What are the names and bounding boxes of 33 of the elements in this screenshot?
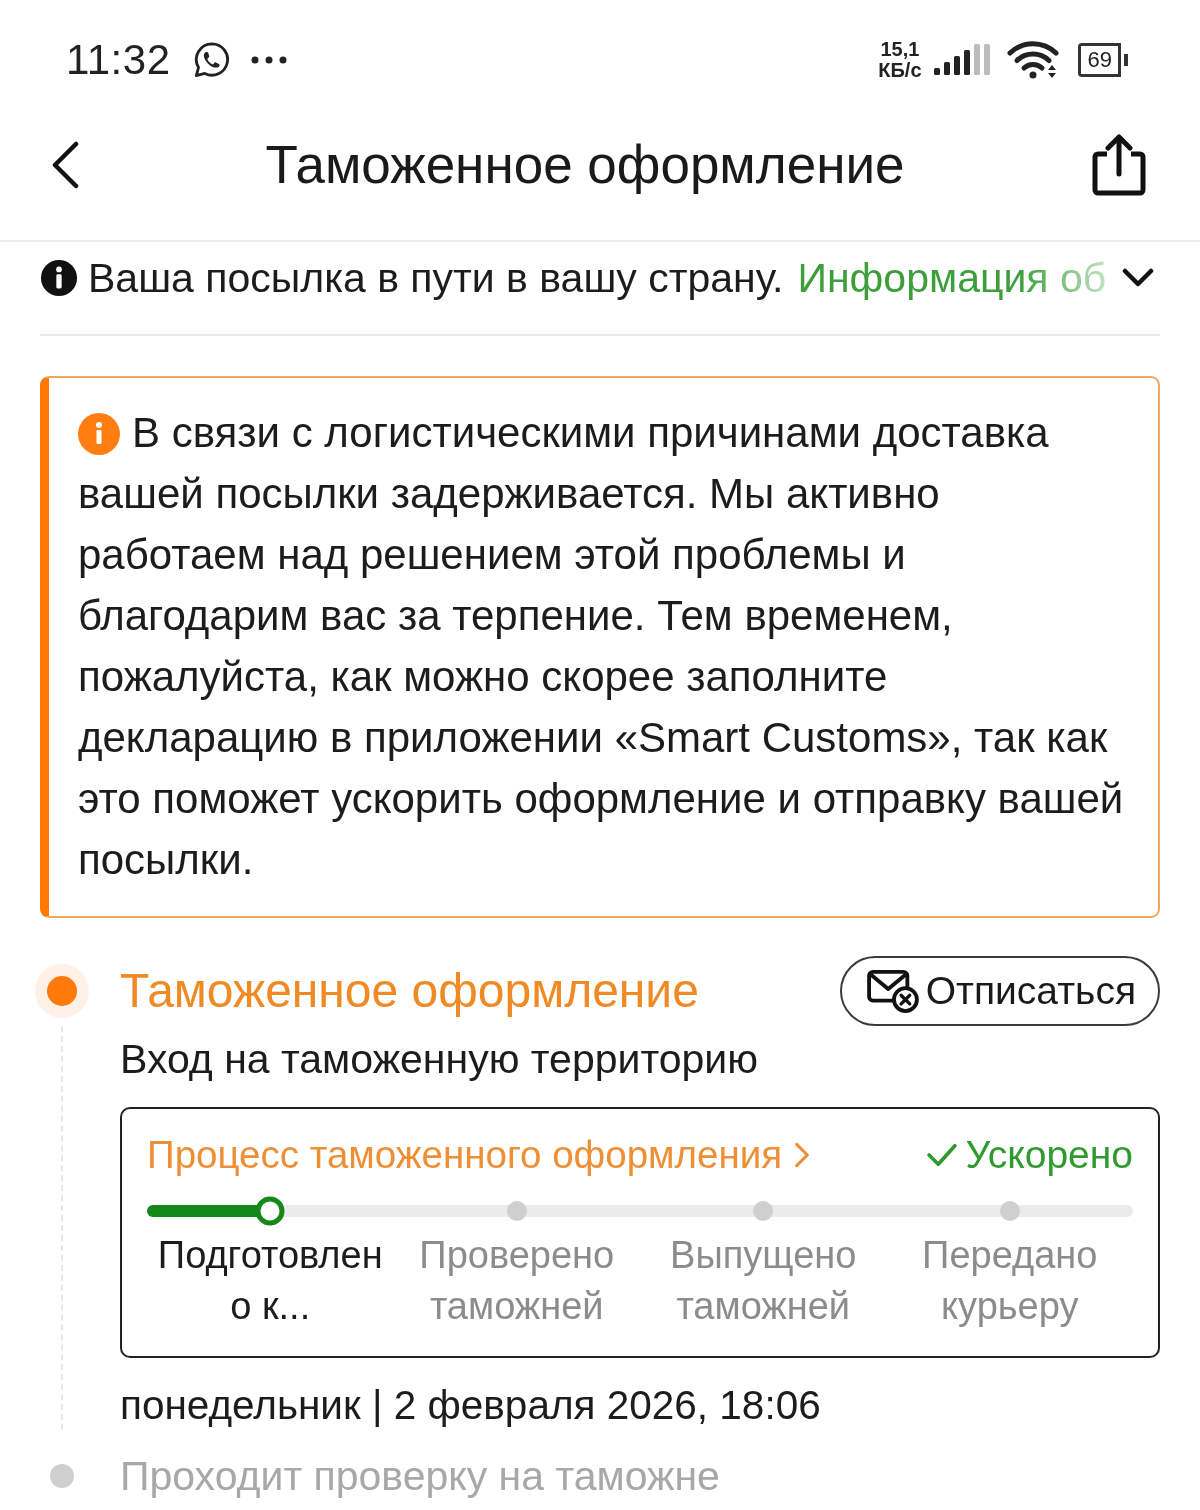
expand-icon[interactable]	[1122, 268, 1154, 288]
step-label: Передано курьеру	[921, 1233, 1099, 1329]
step-label: Подготовлено к...	[156, 1233, 384, 1329]
share-icon[interactable]	[1090, 134, 1148, 196]
chat-bubble-icon	[192, 41, 231, 79]
alert-text: В связи с логистическими причинами доставка вашей посылки задерживается. Мы активно работаем над решением этой проблемы и благодарим вас за терпение. Тем временем, пожалуйста, как можно скорее заполните декларацию в приложении «Smart Customs», так как это поможет ускорить оформление и отправку вашей посылки.	[78, 408, 1125, 885]
wifi-icon	[1005, 40, 1060, 80]
status-text: Ускорено	[965, 1133, 1133, 1177]
chevron-right-icon	[794, 1141, 811, 1169]
info-icon	[40, 259, 78, 297]
info-icon	[78, 413, 120, 455]
step-subtitle: Вход на таможенную территорию	[120, 1035, 759, 1084]
unsubscribe-button[interactable]: Отписаться	[839, 956, 1160, 1026]
network-speed: 15,1	[880, 39, 920, 60]
step-title: Таможенное оформление	[120, 963, 699, 1019]
status-dot-icon	[35, 964, 89, 1018]
envelope-x-icon	[865, 969, 920, 1013]
step-date: понедельник | 2 февраля 2026, 18:06	[120, 1381, 822, 1430]
notice-text: Ваша посылка в пути в вашу страну.	[88, 255, 784, 301]
page-title: Таможенное оформление	[265, 135, 905, 195]
clock-time: 11:32	[66, 39, 171, 81]
battery-indicator: 69	[1077, 43, 1128, 77]
check-icon	[925, 1143, 958, 1167]
info-link[interactable]: Информация об	[797, 255, 1107, 301]
step-title: Проходит проверку на таможне	[120, 1454, 721, 1498]
more-icon	[250, 56, 287, 64]
speed-unit: КБ/с	[878, 60, 922, 81]
signal-icon	[933, 42, 990, 78]
status-dot-icon	[50, 1464, 74, 1488]
process-link[interactable]: Процесс таможенного оформления	[147, 1133, 811, 1177]
step-label: Проверено таможней	[418, 1233, 616, 1329]
back-icon[interactable]	[50, 141, 80, 189]
step-label: Выпущено таможней	[669, 1233, 858, 1329]
